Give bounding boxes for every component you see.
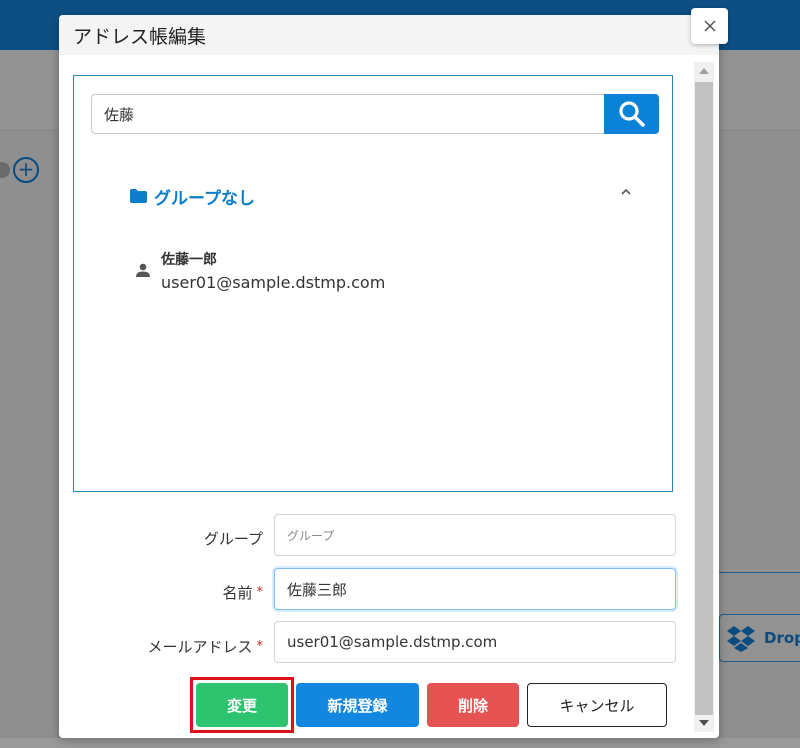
group-name: グループなし <box>154 188 255 209</box>
close-icon <box>703 20 716 32</box>
background-footer <box>0 738 800 748</box>
contact-email: user01@sample.dstmp.com <box>161 273 386 292</box>
contact-name: 佐藤一郎 <box>161 252 217 268</box>
address-book-edit-modal: アドレス帳編集 グループなし 佐藤一郎 user01@sample <box>59 15 719 738</box>
email-input[interactable] <box>274 621 676 663</box>
new-register-button[interactable]: 新規登録 <box>296 683 419 727</box>
background-divider <box>719 572 800 573</box>
email-label: メールアドレス * <box>123 636 263 657</box>
name-input[interactable] <box>274 568 676 610</box>
person-icon <box>136 263 150 277</box>
folder-icon <box>130 189 147 203</box>
search-button[interactable] <box>604 94 659 134</box>
close-button[interactable] <box>691 8 728 44</box>
search-icon <box>618 101 645 127</box>
group-header-no-group[interactable]: グループなし <box>130 184 640 209</box>
background-add-button: + <box>13 157 39 183</box>
modal-scrollbar[interactable] <box>694 62 714 732</box>
group-input[interactable] <box>274 514 676 556</box>
scroll-down-arrow-icon[interactable] <box>694 714 714 732</box>
chevron-up-icon[interactable] <box>620 186 632 198</box>
change-button[interactable]: 変更 <box>196 683 288 727</box>
name-label: 名前 * <box>123 582 263 603</box>
cancel-button[interactable]: キャンセル <box>527 683 667 727</box>
background-avatar <box>0 162 10 178</box>
email-label-text: メールアドレス <box>147 638 253 656</box>
name-label-text: 名前 <box>222 584 253 602</box>
contact-list-item[interactable]: 佐藤一郎 user01@sample.dstmp.com <box>136 246 496 296</box>
required-mark: * <box>256 639 264 654</box>
group-label: グループ <box>203 530 263 548</box>
dropbox-label: Drop <box>764 629 800 647</box>
address-book-panel: グループなし 佐藤一郎 user01@sample.dstmp.com <box>73 75 673 492</box>
scroll-up-arrow-icon[interactable] <box>694 62 714 80</box>
background-dropbox-button: Drop <box>719 614 800 662</box>
scrollbar-thumb[interactable] <box>695 82 713 715</box>
required-mark: * <box>256 585 264 600</box>
modal-header: アドレス帳編集 <box>59 15 719 55</box>
address-search-input[interactable] <box>91 94 605 134</box>
modal-title: アドレス帳編集 <box>73 26 207 48</box>
dropbox-icon <box>727 626 755 652</box>
delete-button[interactable]: 削除 <box>427 683 519 727</box>
